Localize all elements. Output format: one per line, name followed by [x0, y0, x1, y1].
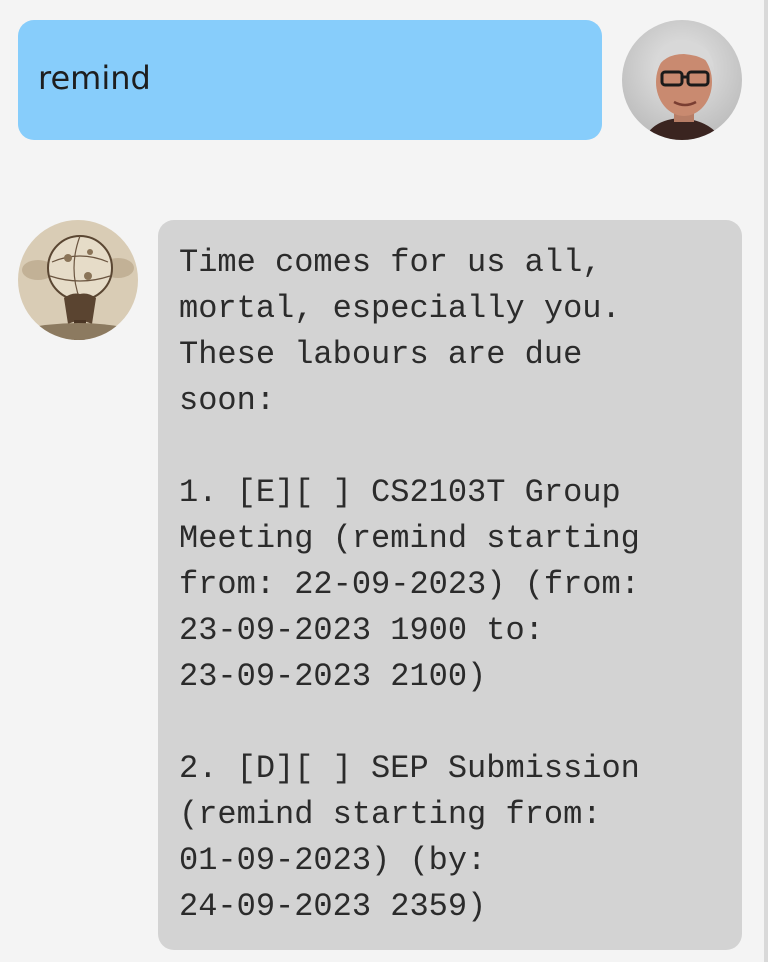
atlas-engraving-icon — [18, 220, 138, 340]
user-portrait-icon — [622, 20, 742, 140]
scrollbar-track[interactable] — [764, 0, 768, 962]
user-message-bubble: remind — [18, 20, 602, 140]
bot-message-text: Time comes for us all, mortal, especiall… — [179, 244, 640, 925]
bot-message-bubble: Time comes for us all, mortal, especiall… — [158, 220, 742, 950]
user-message-text: remind — [38, 59, 151, 97]
